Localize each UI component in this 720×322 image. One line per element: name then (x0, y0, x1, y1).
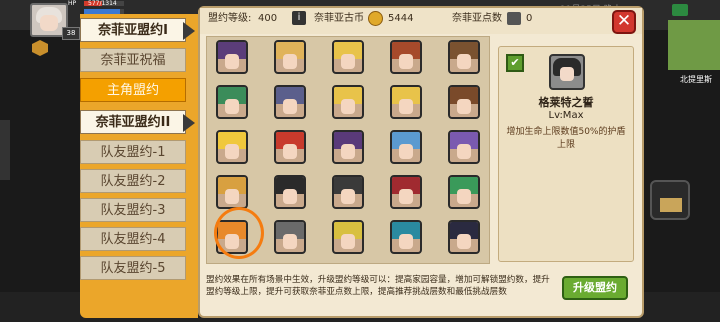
character-face (457, 234, 471, 249)
coin-value: 5444 (388, 13, 414, 24)
sidebar-item-teammate-pact-1[interactable]: 队友盟约-1 (80, 140, 186, 164)
close-button[interactable]: ✕ (612, 10, 636, 34)
sidebar-item-teammate-pact-2[interactable]: 队友盟约-2 (80, 169, 186, 193)
character-face (283, 234, 297, 249)
character-slot[interactable] (274, 85, 306, 119)
portrait-face (560, 67, 574, 81)
sidebar-item-nefia-blessing[interactable]: 奈菲亚祝福 (80, 48, 186, 72)
pact-description: 增加生命上限数值50%的护盾上限 (506, 127, 626, 150)
sidebar-item-label: 队友盟约-2 (100, 174, 166, 189)
character-face (341, 189, 355, 204)
shield-icon[interactable] (32, 40, 48, 56)
character-slot[interactable] (274, 175, 306, 209)
character-face (341, 234, 355, 249)
character-slot[interactable] (332, 40, 364, 74)
character-face (399, 144, 413, 159)
character-face (225, 54, 239, 69)
sidebar-item-label: 队友盟约-5 (100, 261, 166, 276)
alliance-level-label: 盟约等级: (208, 13, 252, 24)
info-icon[interactable]: i (292, 11, 306, 25)
character-face (457, 189, 471, 204)
character-face (457, 144, 471, 159)
character-slot[interactable] (390, 40, 422, 74)
character-slot[interactable] (216, 40, 248, 74)
character-slot[interactable] (448, 175, 480, 209)
character-face (283, 144, 297, 159)
character-face (457, 99, 471, 114)
selection-ring (214, 207, 264, 259)
character-face (225, 189, 239, 204)
pact-level: Lv:Max (548, 110, 584, 121)
character-face (457, 54, 471, 69)
sidebar-item-label: 主角盟约 (106, 83, 159, 98)
sidebar-item-label: 队友盟约-3 (100, 203, 166, 218)
character-face (283, 189, 297, 204)
character-slot[interactable] (390, 85, 422, 119)
points-icon (507, 12, 521, 25)
coin-icon (368, 11, 383, 26)
rest-temple-icon[interactable] (650, 180, 690, 220)
character-face (399, 234, 413, 249)
character-slot[interactable] (274, 40, 306, 74)
sidebar-item-teammate-pact-4[interactable]: 队友盟约-4 (80, 227, 186, 251)
map-toggle-icon[interactable] (672, 4, 688, 16)
sidebar-item-label: 奈菲亚盟约II (95, 115, 171, 130)
character-slot[interactable] (332, 220, 364, 254)
character-slot[interactable] (274, 220, 306, 254)
sidebar-item-hero-pact[interactable]: 主角盟约 (80, 78, 186, 102)
sidebar-item-teammate-pact-5[interactable]: 队友盟约-5 (80, 256, 186, 280)
character-slot[interactable] (274, 130, 306, 164)
character-face (341, 144, 355, 159)
character-face (399, 189, 413, 204)
coin-label: 奈菲亚古币 (314, 13, 364, 24)
points-value: 0 (526, 13, 533, 24)
character-slot[interactable] (448, 40, 480, 74)
minimap-location-label: 北提里斯 (680, 75, 712, 84)
character-face (225, 99, 239, 114)
character-face (341, 54, 355, 69)
character-slot[interactable] (332, 130, 364, 164)
sidebar-item-label: 队友盟约-1 (100, 145, 166, 160)
character-slot[interactable] (216, 130, 248, 164)
character-slot[interactable] (448, 130, 480, 164)
character-slot[interactable] (332, 175, 364, 209)
character-slot[interactable] (332, 85, 364, 119)
character-face (399, 54, 413, 69)
character-slot[interactable] (216, 175, 248, 209)
character-slot[interactable] (448, 220, 480, 254)
character-slot[interactable] (390, 220, 422, 254)
upgrade-pact-button[interactable]: 升级盟约 (562, 276, 628, 300)
hp-value: 577/1314 (88, 0, 117, 7)
character-face (283, 54, 297, 69)
sidebar-item-label: 奈菲亚盟约I (98, 23, 168, 38)
character-slot[interactable] (390, 130, 422, 164)
character-slot[interactable] (216, 85, 248, 119)
left-edge-handle[interactable] (0, 120, 10, 180)
points-label: 奈菲亚点数 (452, 13, 502, 24)
footer-description: 盟约效果在所有场景中生效，升级盟约等级可以：提高家园容量，增加可解锁盟约数，提升… (206, 275, 550, 297)
player-level-badge: 38 (62, 27, 80, 40)
character-slot[interactable] (448, 85, 480, 119)
sidebar-item-label: 队友盟约-4 (100, 232, 166, 247)
hp-label: HP (68, 0, 77, 7)
sidebar-item-nefia-pact-1[interactable]: 奈菲亚盟约I (80, 18, 195, 42)
character-slot[interactable] (390, 175, 422, 209)
character-face (399, 99, 413, 114)
avatar-face (40, 15, 58, 31)
character-face (341, 99, 355, 114)
sidebar-item-label: 奈菲亚祝福 (100, 53, 166, 68)
equipped-checkbox[interactable]: ✔ (506, 54, 524, 72)
pact-name: 格莱特之誓 (538, 96, 594, 109)
alliance-level-value: 400 (258, 13, 278, 24)
minimap[interactable] (668, 20, 720, 70)
character-face (283, 99, 297, 114)
detail-portrait (549, 54, 585, 90)
sidebar-item-nefia-pact-2[interactable]: 奈菲亚盟约II (80, 110, 195, 134)
sidebar-item-teammate-pact-3[interactable]: 队友盟约-3 (80, 198, 186, 222)
character-face (225, 144, 239, 159)
